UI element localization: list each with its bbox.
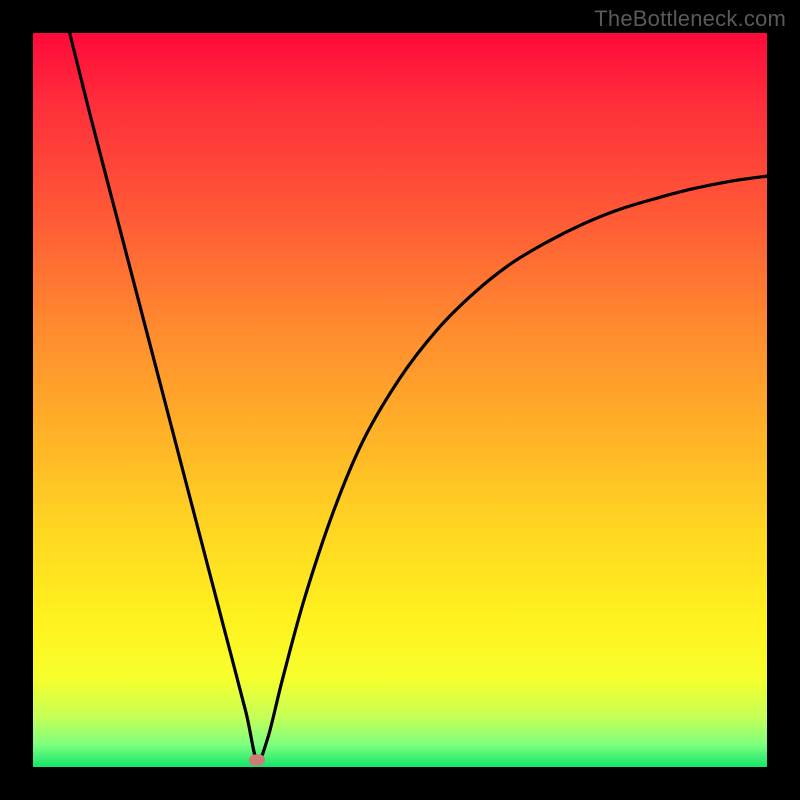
bottleneck-curve <box>70 33 767 760</box>
watermark-text: TheBottleneck.com <box>594 6 786 32</box>
curve-svg <box>33 33 767 767</box>
plot-area <box>33 33 767 767</box>
chart-frame: TheBottleneck.com <box>0 0 800 800</box>
min-marker <box>249 754 265 765</box>
